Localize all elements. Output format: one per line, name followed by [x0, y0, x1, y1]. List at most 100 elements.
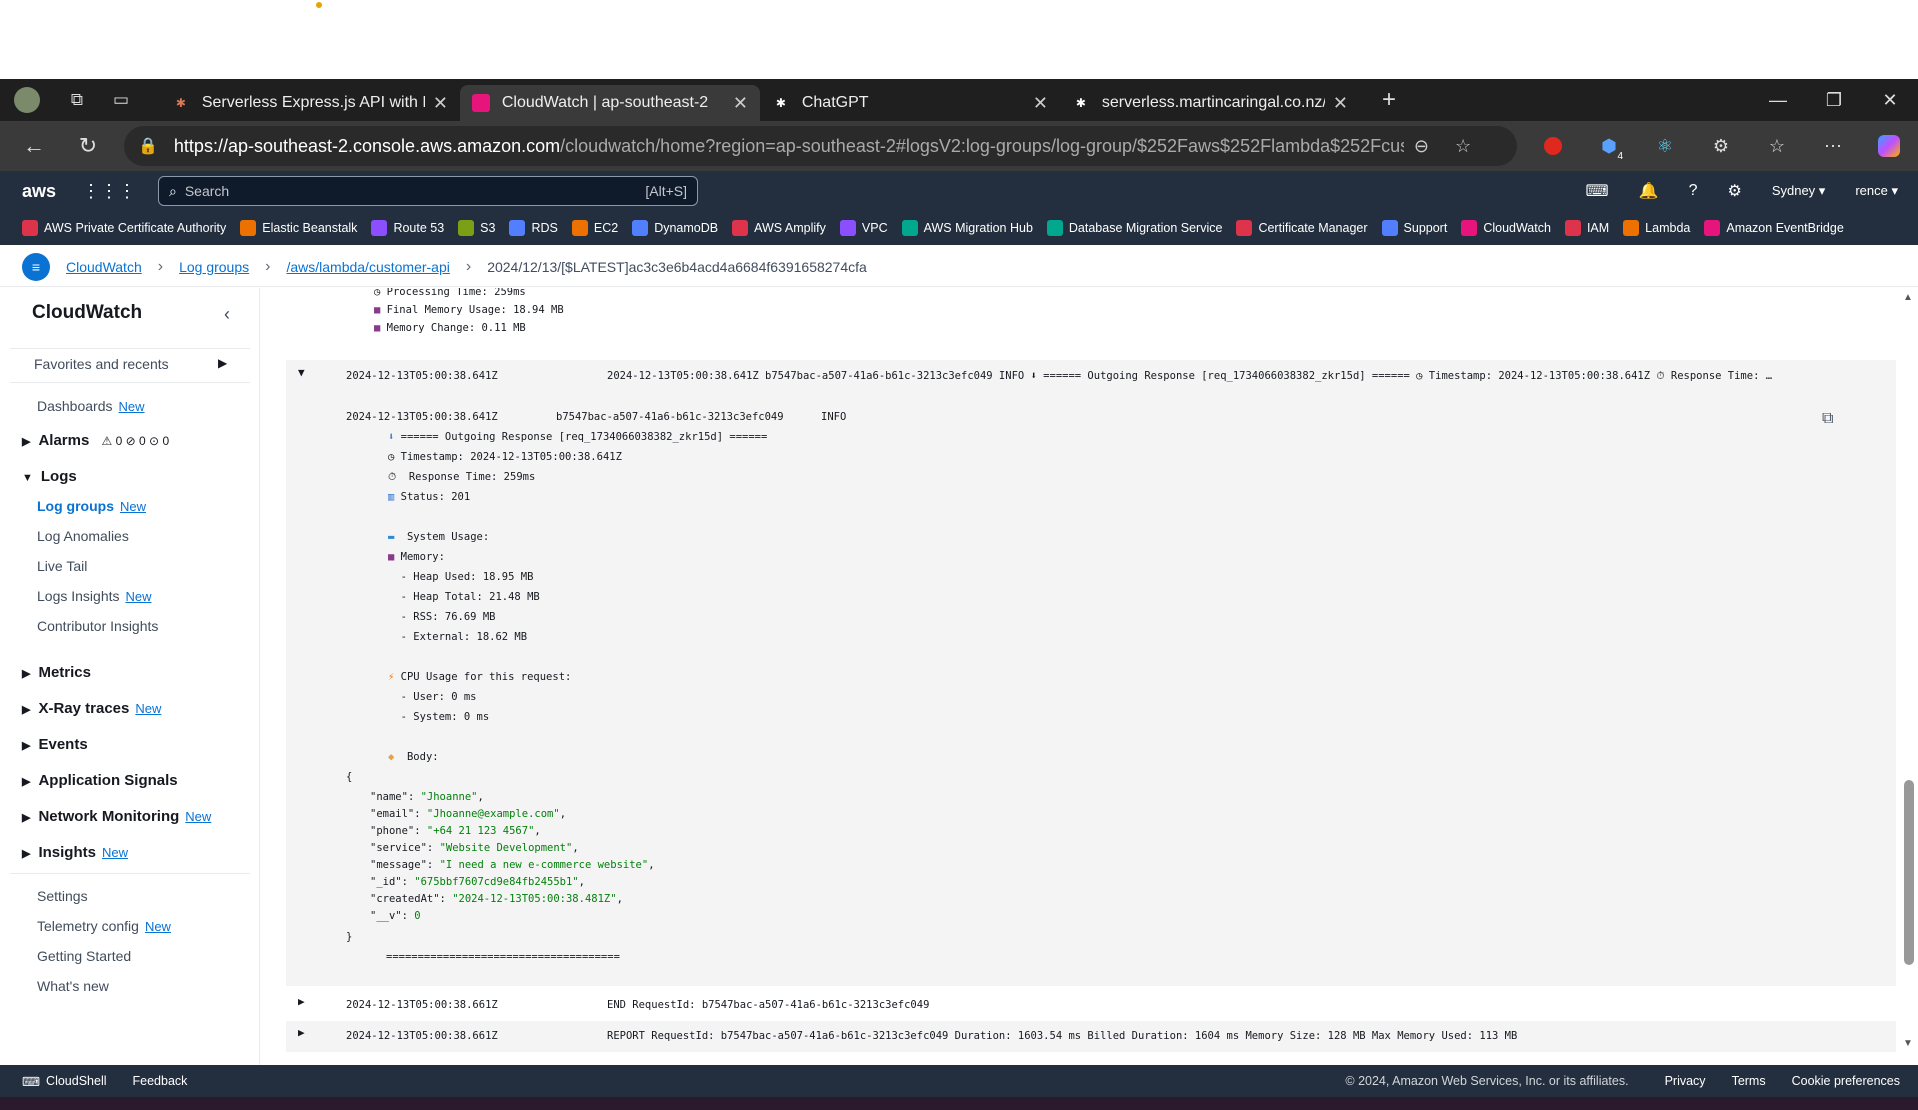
sidebar-item-events[interactable]: ▶ Events [22, 736, 88, 753]
collapse-sidebar-icon[interactable]: ‹ [224, 304, 230, 325]
footer-cloudshell-link[interactable]: CloudShell [46, 1074, 106, 1088]
favorite-service-link[interactable]: Support [1381, 220, 1447, 236]
close-tab-icon[interactable]: ✕ [1333, 93, 1348, 114]
profile-avatar[interactable] [12, 85, 42, 115]
close-tab-icon[interactable]: ✕ [733, 93, 748, 114]
favorite-service-link[interactable]: Certificate Manager [1236, 220, 1368, 236]
favorite-service-link[interactable]: AWS Private Certificate Authority [22, 220, 226, 236]
sidebar-item-live-tail[interactable]: Live Tail [37, 558, 87, 574]
log-row-timestamp[interactable]: 2024-12-13T05:00:38.661Z [346, 999, 498, 1011]
sidebar-item-network-monitoring[interactable]: ▶ Network Monitoring New [22, 808, 211, 825]
browser-tab[interactable]: ✱ serverless.martincaringal.co.nz/ap ✕ [1060, 85, 1360, 121]
sidebar-item-logs-insights[interactable]: Logs Insights New [37, 588, 152, 604]
favorite-service-link[interactable]: AWS Migration Hub [901, 220, 1033, 236]
settings-gear-icon[interactable]: ⚙ [1727, 181, 1741, 201]
scrollbar-thumb[interactable] [1904, 780, 1914, 965]
sidebar-item-metrics[interactable]: ▶ Metrics [22, 664, 91, 681]
sidebar-item-alarms[interactable]: ▶ Alarms ⚠ 0 ⊘ 0 ⊙ 0 [22, 432, 169, 449]
sidebar-item-telemetry-config[interactable]: Telemetry config New [37, 918, 171, 934]
workspaces-icon[interactable]: ⧉ [62, 85, 92, 115]
more-menu-icon[interactable]: ⋯ [1813, 128, 1853, 164]
favorite-label: AWS Migration Hub [923, 221, 1033, 235]
breadcrumb-log-groups[interactable]: Log groups [179, 259, 249, 275]
sidebar-item-getting-started[interactable]: Getting Started [37, 948, 131, 964]
footer-privacy-link[interactable]: Privacy [1665, 1074, 1706, 1088]
sidebar-item-whats-new[interactable]: What's new [37, 978, 109, 994]
sidebar-item-logs[interactable]: ▼ Logs [22, 468, 77, 485]
account-menu[interactable]: rence ▾ [1855, 183, 1898, 199]
close-tab-icon[interactable]: ✕ [433, 93, 448, 114]
log-row-message[interactable]: END RequestId: b7547bac-a507-41a6-b61c-3… [607, 999, 929, 1011]
favorite-service-link[interactable]: Database Migration Service [1046, 220, 1222, 236]
reload-icon[interactable]: ↻ [70, 128, 106, 164]
sidebar-item-dashboards[interactable]: Dashboards New [37, 398, 145, 414]
browser-tab[interactable]: ✱ ChatGPT ✕ [760, 85, 1060, 121]
adblock-extension-icon[interactable] [1533, 128, 1573, 164]
zoom-icon[interactable]: ⊖ [1414, 136, 1429, 157]
favorite-service-link[interactable]: Route 53 [371, 220, 444, 236]
favorites-icon[interactable]: ☆ [1757, 128, 1797, 164]
sidebar-item-insights[interactable]: ▶ Insights New [22, 844, 128, 861]
copy-icon[interactable]: ⧉ [1822, 408, 1833, 428]
log-row-timestamp[interactable]: 2024-12-13T05:00:38.641Z [346, 370, 498, 382]
browser-tab[interactable]: ✱ Serverless Express.js API with Mor ✕ [160, 85, 460, 121]
sidebar-item-log-anomalies[interactable]: Log Anomalies [37, 528, 129, 544]
browser-tab[interactable]: CloudWatch | ap-southeast-2 ✕ [460, 85, 760, 121]
sidebar-item-contributor-insights[interactable]: Contributor Insights [37, 618, 158, 634]
extension-icon[interactable]: ⬢ 4 [1589, 128, 1629, 164]
services-grid-icon[interactable]: ⋮⋮⋮ [82, 181, 136, 202]
tab-actions-icon[interactable]: ▭ [106, 85, 136, 115]
scroll-down-icon[interactable]: ▼ [1903, 1038, 1913, 1049]
breadcrumb-log-group[interactable]: /aws/lambda/customer-api [286, 259, 449, 275]
browser-tab-label: CloudWatch | ap-southeast-2 [501, 94, 709, 111]
favorite-service-link[interactable]: IAM [1564, 220, 1609, 236]
close-tab-icon[interactable]: ✕ [1033, 93, 1048, 114]
region-selector[interactable]: Sydney ▾ [1772, 183, 1826, 199]
service-icon [732, 220, 749, 236]
react-devtools-icon[interactable]: ⚛ [1645, 128, 1685, 164]
extensions-puzzle-icon[interactable]: ⚙ [1701, 128, 1741, 164]
favorite-service-link[interactable]: CloudWatch [1461, 220, 1551, 236]
sidebar-item-log-groups[interactable]: Log groups New [37, 498, 146, 514]
sidebar-item-xray[interactable]: ▶ X-Ray traces New [22, 700, 161, 717]
expand-row-icon[interactable]: ▶ [298, 1026, 305, 1039]
restore-icon[interactable]: ❐ [1806, 90, 1862, 111]
footer-terms-link[interactable]: Terms [1732, 1074, 1766, 1088]
favorite-service-link[interactable]: Lambda [1623, 220, 1690, 236]
aws-logo[interactable]: aws [22, 181, 58, 202]
sidebar-item-favorites[interactable]: Favorites and recents [34, 356, 169, 372]
copilot-icon[interactable] [1869, 128, 1909, 164]
notifications-bell-icon[interactable]: 🔔 [1639, 181, 1659, 201]
close-window-icon[interactable]: ✕ [1862, 90, 1918, 111]
help-icon[interactable]: ? [1689, 182, 1698, 200]
favorite-service-link[interactable]: RDS [509, 220, 558, 236]
log-row-timestamp[interactable]: 2024-12-13T05:00:38.661Z [346, 1030, 498, 1042]
url-field[interactable]: 🔒 https://ap-southeast-2.console.aws.ama… [124, 126, 1517, 166]
favorite-service-link[interactable]: Elastic Beanstalk [240, 220, 357, 236]
favorite-star-icon[interactable]: ☆ [1455, 136, 1471, 157]
cloudshell-icon[interactable]: ⌨ [1586, 181, 1609, 201]
breadcrumb-cloudwatch[interactable]: CloudWatch [66, 259, 142, 275]
favorite-service-link[interactable]: EC2 [571, 220, 618, 236]
caret-right-icon[interactable]: ▶ [218, 356, 227, 370]
favorite-service-link[interactable]: S3 [458, 220, 495, 236]
sidebar-item-application-signals[interactable]: ▶ Application Signals [22, 772, 178, 789]
hamburger-menu-icon[interactable]: ≡ [22, 252, 50, 281]
favorite-service-link[interactable]: Amazon EventBridge [1704, 220, 1844, 236]
cloudshell-icon[interactable]: ⌨ [22, 1074, 40, 1089]
back-icon[interactable]: ← [16, 128, 52, 164]
log-row-message[interactable]: REPORT RequestId: b7547bac-a507-41a6-b61… [607, 1030, 1517, 1042]
expand-row-icon[interactable]: ▶ [298, 995, 305, 1008]
favorite-service-link[interactable]: VPC [839, 220, 888, 236]
favorite-service-link[interactable]: DynamoDB [632, 220, 718, 236]
console-search-input[interactable]: ⌕ Search [Alt+S] [158, 176, 698, 206]
footer-feedback-link[interactable]: Feedback [133, 1074, 188, 1088]
new-tab-icon[interactable]: + [1374, 85, 1404, 115]
collapse-row-icon[interactable]: ▼ [298, 366, 305, 379]
scroll-up-icon[interactable]: ▲ [1903, 292, 1913, 303]
log-row-message[interactable]: 2024-12-13T05:00:38.641Z b7547bac-a507-4… [607, 370, 1827, 383]
minimize-icon[interactable]: — [1750, 90, 1806, 111]
favorite-service-link[interactable]: AWS Amplify [732, 220, 826, 236]
footer-cookies-link[interactable]: Cookie preferences [1792, 1074, 1900, 1088]
sidebar-item-settings[interactable]: Settings [37, 888, 88, 904]
